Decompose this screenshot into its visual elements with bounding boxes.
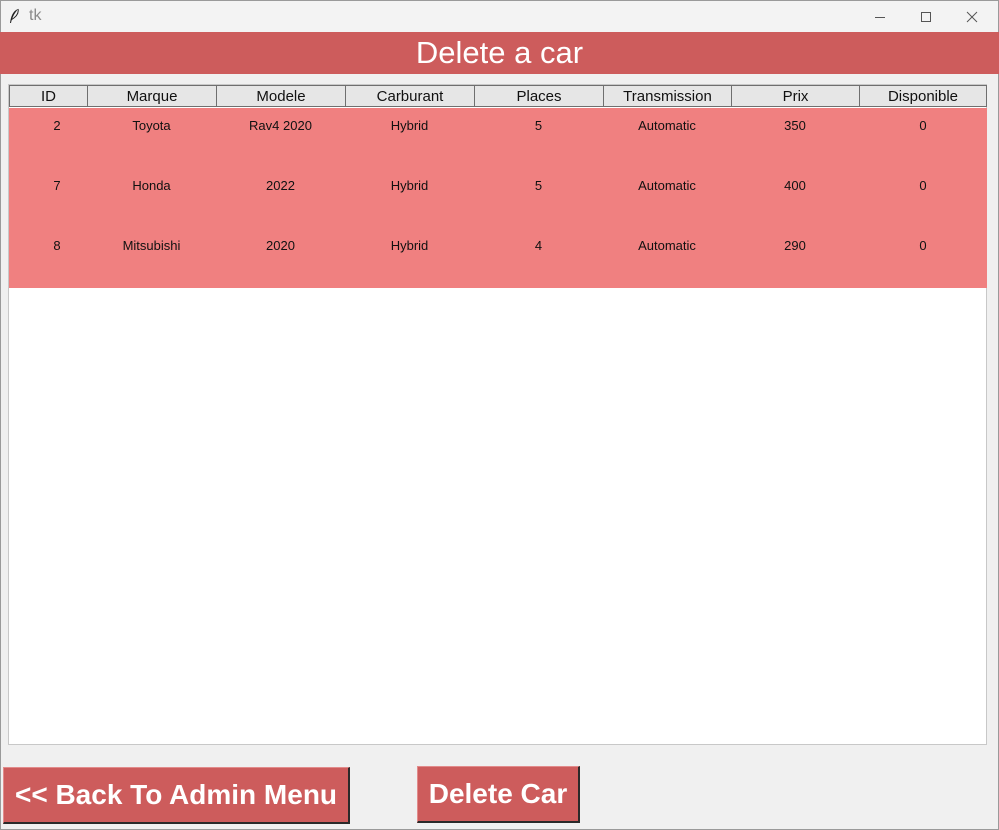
- title-bar: tk: [1, 1, 998, 32]
- cell-disponible: 0: [919, 238, 927, 253]
- cell-modele: 2020: [266, 238, 295, 253]
- cell-places: 4: [534, 238, 543, 253]
- cell-transmission: Automatic: [638, 178, 696, 193]
- column-header-marque[interactable]: Marque: [87, 85, 216, 107]
- column-header-modele[interactable]: Modele: [216, 85, 345, 107]
- column-header-places[interactable]: Places: [474, 85, 603, 107]
- back-to-admin-menu-button[interactable]: << Back To Admin Menu: [3, 767, 350, 824]
- cell-transmission: Automatic: [638, 118, 696, 133]
- cell-marque: Mitsubishi: [122, 238, 181, 253]
- table-row[interactable]: 2 Toyota Rav4 2020 Hybrid 5 Automatic 35…: [9, 108, 987, 168]
- column-header-carburant[interactable]: Carburant: [345, 85, 474, 107]
- column-header-transmission[interactable]: Transmission: [603, 85, 731, 107]
- cell-carburant: Hybrid: [390, 118, 429, 133]
- cell-modele: Rav4 2020: [249, 118, 312, 133]
- table-row[interactable]: 7 Honda 2022 Hybrid 5 Automatic 400 0: [9, 168, 987, 228]
- cell-carburant: Hybrid: [390, 178, 429, 193]
- delete-car-button[interactable]: Delete Car: [417, 766, 580, 823]
- cars-table[interactable]: ID Marque Modele Carburant Places Transm…: [8, 84, 987, 745]
- table-header: ID Marque Modele Carburant Places Transm…: [9, 85, 988, 107]
- close-button[interactable]: [949, 1, 995, 32]
- maximize-icon: [921, 11, 931, 22]
- cell-marque: Toyota: [132, 118, 171, 133]
- feather-icon: [10, 8, 19, 23]
- cell-transmission: Automatic: [638, 238, 696, 253]
- window-title: tk: [29, 7, 42, 24]
- column-header-prix[interactable]: Prix: [731, 85, 859, 107]
- cell-marque: Honda: [132, 178, 171, 193]
- cell-modele: 2022: [266, 178, 295, 193]
- cell-disponible: 0: [919, 178, 927, 193]
- cell-prix: 290: [784, 238, 806, 253]
- cell-disponible: 0: [919, 118, 927, 133]
- maximize-button[interactable]: [903, 1, 949, 32]
- cell-prix: 400: [784, 178, 806, 193]
- minimize-icon: [875, 16, 885, 18]
- page-title: Delete a car: [0, 32, 999, 74]
- cell-prix: 350: [784, 118, 806, 133]
- cell-places: 5: [534, 118, 543, 133]
- cell-carburant: Hybrid: [390, 238, 429, 253]
- minimize-button[interactable]: [857, 1, 903, 32]
- table-body: 2 Toyota Rav4 2020 Hybrid 5 Automatic 35…: [9, 108, 987, 288]
- table-row[interactable]: 8 Mitsubishi 2020 Hybrid 4 Automatic 290…: [9, 228, 987, 288]
- cell-places: 5: [534, 178, 543, 193]
- column-header-disponible[interactable]: Disponible: [859, 85, 987, 107]
- close-icon: [966, 11, 978, 22]
- column-header-id[interactable]: ID: [9, 85, 87, 107]
